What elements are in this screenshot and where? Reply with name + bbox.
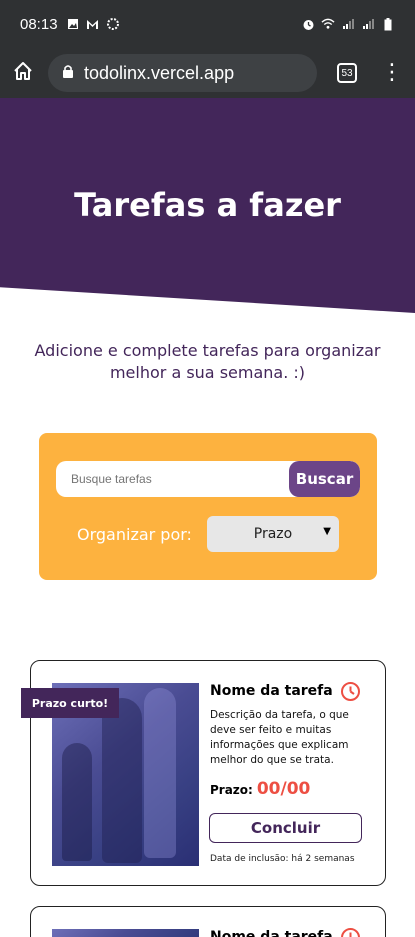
dropdown-arrow-icon: ▼ xyxy=(323,526,331,537)
task-added-date: Data de inclusão: há 2 semanas xyxy=(210,854,355,864)
status-left-icons xyxy=(66,17,120,31)
complete-button[interactable]: Concluir xyxy=(209,813,362,843)
page-title: Tarefas a fazer xyxy=(74,186,341,224)
sort-label: Organizar por: xyxy=(77,525,192,544)
task-title: Nome da tarefa xyxy=(210,683,333,699)
deadline-badge: Prazo curto! xyxy=(21,688,119,718)
loading-icon xyxy=(106,17,120,31)
browser-toolbar: todolinx.vercel.app 53 ⋮ xyxy=(0,48,415,98)
search-box: Buscar xyxy=(56,461,360,497)
clock-icon xyxy=(340,681,361,702)
status-right-icons xyxy=(301,17,395,31)
gmail-icon xyxy=(86,17,100,31)
task-card: Nome da tarefa xyxy=(30,906,386,937)
alarm-icon xyxy=(301,17,315,31)
task-deadline: Prazo: 00/00 xyxy=(210,779,310,799)
battery-icon xyxy=(381,17,395,31)
sort-selected-value: Prazo xyxy=(253,526,293,542)
signal-icon xyxy=(341,17,355,31)
task-description: Descrição da tarefa, o que deve ser feit… xyxy=(210,709,349,766)
more-vert-icon[interactable]: ⋮ xyxy=(381,62,403,84)
task-image xyxy=(52,929,199,937)
sort-select[interactable]: Prazo ▼ xyxy=(207,516,339,552)
search-input[interactable] xyxy=(56,461,289,497)
home-icon[interactable] xyxy=(12,60,34,86)
status-bar: 08:13 xyxy=(0,0,415,48)
deadline-value: 00/00 xyxy=(256,779,311,799)
wifi-icon xyxy=(321,17,335,31)
deadline-label: Prazo: xyxy=(210,783,253,797)
search-panel: Buscar Organizar por: Prazo ▼ xyxy=(39,433,377,580)
lock-icon xyxy=(62,63,74,84)
tab-switcher-button[interactable]: 53 xyxy=(337,63,357,83)
intro-text: Adicione e complete tarefas para organiz… xyxy=(34,341,381,382)
status-time: 08:13 xyxy=(20,15,58,33)
search-button[interactable]: Buscar xyxy=(289,461,360,497)
image-icon xyxy=(66,17,80,31)
signal-icon xyxy=(361,17,375,31)
hero-banner: Tarefas a fazer xyxy=(0,98,415,313)
url-text: todolinx.vercel.app xyxy=(84,62,235,83)
address-bar[interactable]: todolinx.vercel.app xyxy=(48,54,318,92)
clock-icon xyxy=(340,927,361,937)
task-title: Nome da tarefa xyxy=(210,929,333,937)
